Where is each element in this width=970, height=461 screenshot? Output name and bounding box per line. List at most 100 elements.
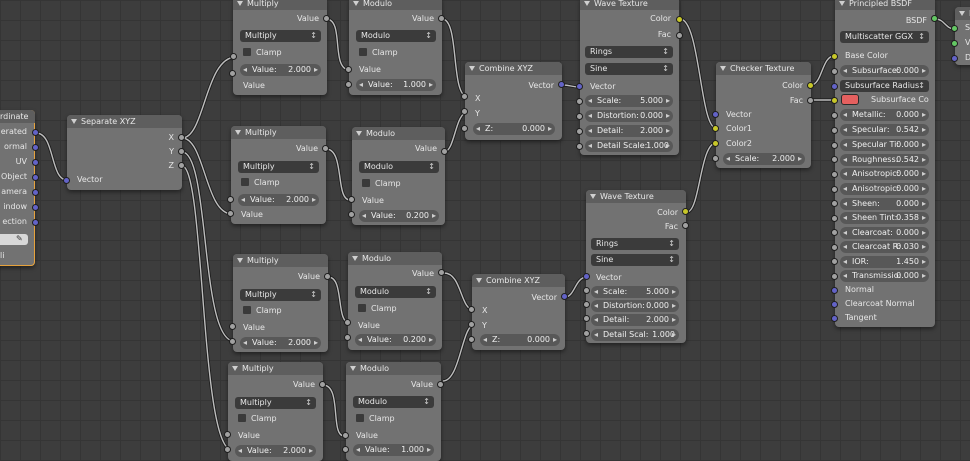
scale-field[interactable]: Scale: 5.000	[591, 286, 679, 298]
specular-tint-field[interactable]: Specular Ti:0.000	[840, 139, 929, 151]
socket-in-scale[interactable]	[576, 98, 583, 105]
socket-in-distortion[interactable]	[583, 301, 590, 308]
socket-in-value[interactable]	[227, 210, 234, 217]
socket-out-x[interactable]	[178, 134, 185, 141]
socket-in-clearcoat[interactable]	[831, 229, 838, 236]
socket-in-value[interactable]	[344, 334, 351, 341]
subsurface-color-swatch[interactable]	[841, 94, 859, 105]
multiply-node-2[interactable]: Multiply Value Multiply Clamp Value: 2.00…	[231, 126, 326, 224]
socket-out-vector[interactable]	[561, 293, 568, 300]
node-header[interactable]: Multiply	[231, 126, 326, 139]
socket-out-value[interactable]	[437, 381, 444, 388]
node-header[interactable]: Modulo	[348, 252, 442, 265]
socket-in-value[interactable]	[229, 70, 236, 77]
socket-in-scale[interactable]	[712, 155, 719, 162]
detail-scale-field[interactable]: Detail Scale:1.000	[585, 140, 673, 152]
socket-out-value[interactable]	[438, 269, 445, 276]
node-header[interactable]: M	[955, 7, 970, 20]
socket-in-vector[interactable]	[712, 111, 719, 118]
wave-texture-node-2[interactable]: Wave Texture Color Fac Rings Sine Vector…	[586, 190, 686, 343]
clamp-checkbox[interactable]: Clamp	[243, 47, 282, 59]
socket-in-color2[interactable]	[712, 140, 719, 147]
socket-in-roughness[interactable]	[831, 156, 838, 163]
wave-texture-node-1[interactable]: Wave Texture Color Fac Rings Sine Vector…	[580, 0, 679, 155]
node-header[interactable]: Checker Texture	[716, 62, 811, 75]
clearcoat-field[interactable]: Clearcoat:0.000	[840, 227, 929, 239]
multiply-node-1[interactable]: Multiply Value Multiply Clamp Value: 2.00…	[233, 0, 327, 95]
transmission-field[interactable]: Transmissio:0.000	[840, 270, 929, 282]
texture-coordinate-node[interactable]: rdinate erated ormal UV Object amera ind…	[0, 110, 35, 266]
node-header[interactable]: Multiply	[228, 362, 323, 375]
detail-scale-field[interactable]: Detail Scal:1.000	[591, 329, 679, 341]
socket-in-volume[interactable]	[951, 40, 958, 47]
modulo-node-3[interactable]: Modulo Value Modulo Clamp Value Value: 0.…	[348, 252, 442, 350]
metallic-field[interactable]: Metallic: 0.000	[840, 109, 929, 121]
multiply-node-4[interactable]: Multiply Value Multiply Clamp Value Valu…	[228, 362, 323, 461]
value-field[interactable]: Value: 0.200	[355, 334, 436, 346]
node-header[interactable]: Combine XYZ	[465, 62, 562, 75]
socket-in-base-color[interactable]	[831, 53, 838, 60]
operation-select[interactable]: Modulo	[355, 286, 436, 298]
sheen-tint-field[interactable]: Sheen Tint:0.358	[840, 212, 929, 224]
value-field[interactable]: Value: 0.200	[359, 210, 439, 222]
socket-out-color[interactable]	[682, 208, 689, 215]
socket-out-color[interactable]	[676, 16, 683, 23]
clamp-checkbox[interactable]: Clamp	[243, 305, 282, 317]
node-header[interactable]: Wave Texture	[580, 0, 679, 10]
socket-in-value[interactable]	[224, 431, 231, 438]
node-header[interactable]: Combine XYZ	[472, 274, 565, 287]
socket-in-normal[interactable]	[831, 287, 838, 294]
socket-in-value[interactable]	[224, 446, 231, 453]
socket-out-fac[interactable]	[676, 32, 683, 39]
socket-in-detail[interactable]	[583, 315, 590, 322]
value-field[interactable]: Value: 2.000	[235, 445, 316, 457]
principled-bsdf-node[interactable]: Principled BSDF BSDF Multiscatter GGX Ba…	[835, 0, 935, 327]
distribution-select[interactable]: Multiscatter GGX	[840, 31, 929, 43]
socket-in-value[interactable]	[230, 53, 237, 60]
clamp-checkbox[interactable]: Clamp	[358, 303, 397, 315]
clearcoat-roughness-field[interactable]: Clearcoat R:0.030	[840, 241, 929, 253]
socket-out-value[interactable]	[441, 148, 448, 155]
operation-select[interactable]: Multiply	[240, 30, 321, 42]
node-header[interactable]: Modulo	[349, 0, 442, 10]
clamp-checkbox[interactable]: Clamp	[356, 413, 395, 425]
socket-in-tangent[interactable]	[831, 315, 838, 322]
socket-in-specular[interactable]	[831, 127, 838, 134]
detail-field[interactable]: Detail: 2.000	[585, 125, 673, 137]
scale-field[interactable]: Scale: 5.000	[585, 95, 673, 107]
operation-select[interactable]: Modulo	[353, 396, 434, 408]
wave-type-select[interactable]: Rings	[585, 46, 673, 58]
clamp-checkbox[interactable]: Clamp	[241, 177, 280, 189]
node-header[interactable]: Separate XYZ	[67, 115, 182, 128]
socket-in-value[interactable]	[345, 81, 352, 88]
detail-field[interactable]: Detail: 2.000	[591, 314, 679, 326]
socket-in-specular-tint[interactable]	[831, 142, 838, 149]
socket-in-x[interactable]	[468, 306, 475, 313]
separate-xyz-node[interactable]: Separate XYZ X Y Z Vector	[67, 115, 182, 190]
socket-in-value[interactable]	[229, 338, 236, 345]
socket-in-value[interactable]	[345, 66, 352, 73]
value-field[interactable]: Value: 2.000	[238, 194, 319, 206]
socket-object[interactable]	[32, 174, 39, 181]
operation-select[interactable]: Multiply	[240, 289, 321, 301]
operation-select[interactable]: Multiply	[235, 397, 316, 409]
checkbox-box[interactable]	[356, 414, 364, 422]
socket-normal[interactable]	[32, 144, 39, 151]
socket-in-value[interactable]	[344, 319, 351, 326]
socket-in-scale[interactable]	[583, 287, 590, 294]
operation-select[interactable]: Multiply	[238, 161, 319, 173]
checker-texture-node[interactable]: Checker Texture Color Fac Vector Color1 …	[716, 62, 811, 168]
value-field[interactable]: Value: 1.000	[356, 79, 436, 91]
socket-out-fac[interactable]	[682, 222, 689, 229]
checkbox-box[interactable]	[359, 48, 367, 56]
socket-in-distortion[interactable]	[576, 113, 583, 120]
wave-profile-select[interactable]: Sine	[585, 63, 673, 75]
node-header[interactable]: Wave Texture	[586, 190, 686, 203]
node-header[interactable]: Modulo	[346, 362, 441, 375]
socket-in-transmission[interactable]	[831, 273, 838, 280]
value-field[interactable]: Value: 2.000	[240, 64, 321, 76]
socket-in-ior[interactable]	[831, 258, 838, 265]
eyedropper-icon[interactable]: ✎	[16, 233, 23, 245]
socket-out-value[interactable]	[438, 15, 445, 22]
value-field[interactable]: Value: 1.000	[353, 444, 434, 456]
